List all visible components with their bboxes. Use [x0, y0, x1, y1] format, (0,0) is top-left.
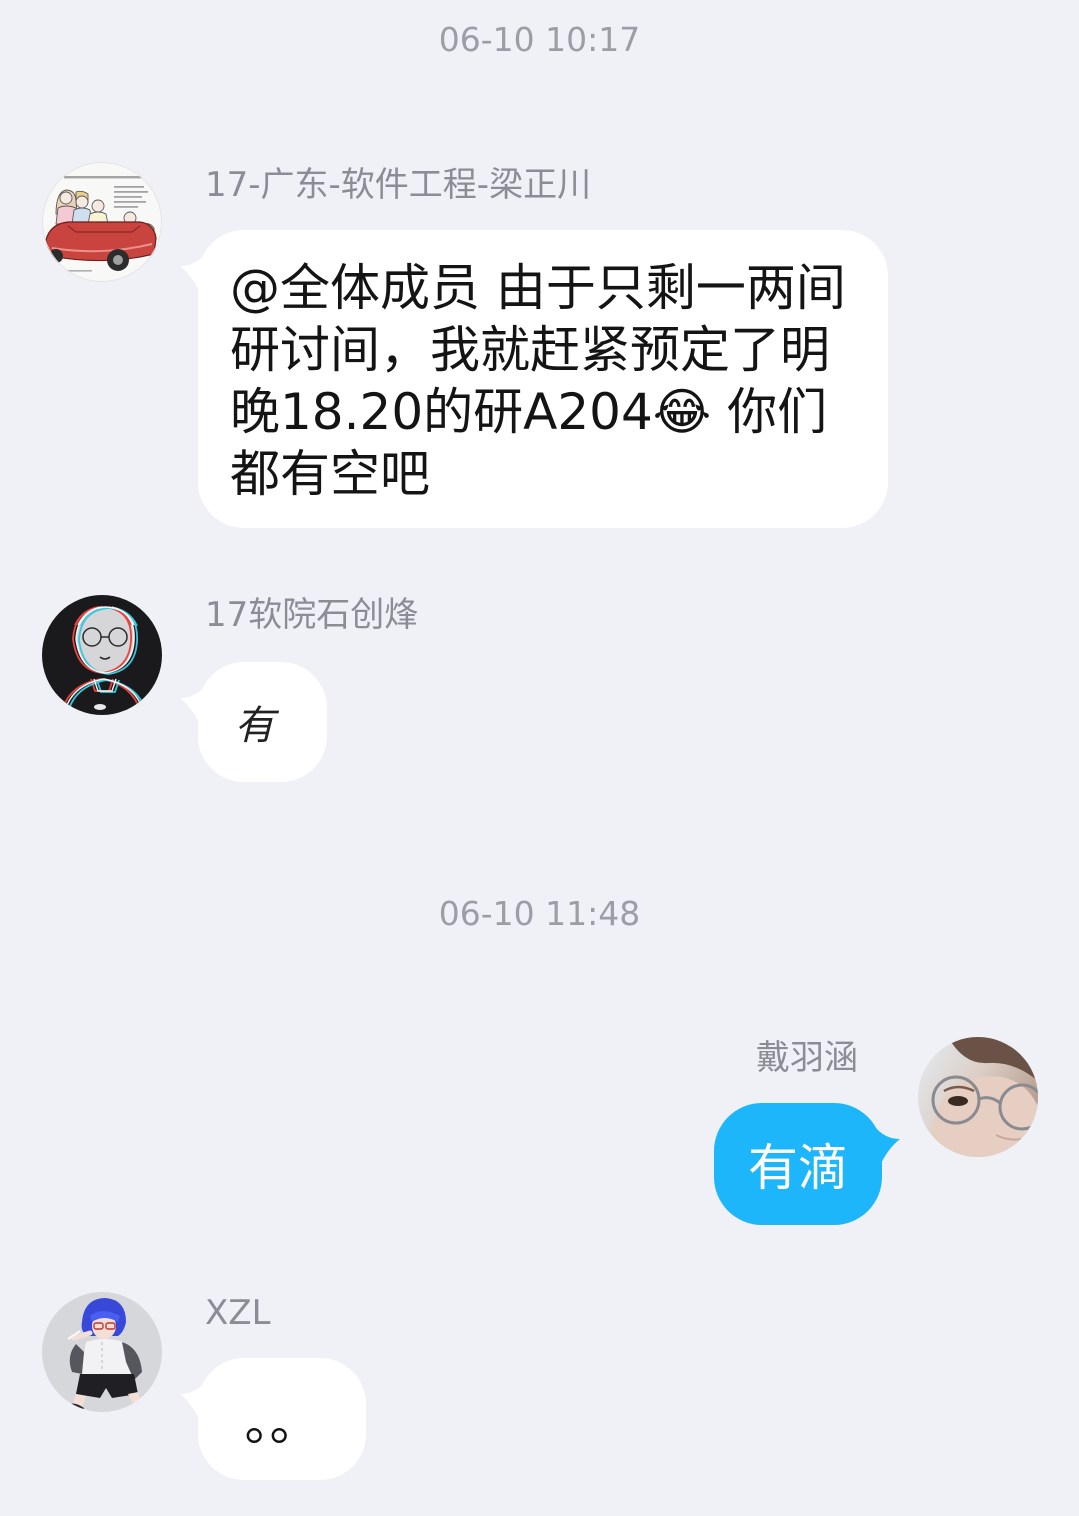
- timestamp: 06-10 11:48: [438, 894, 641, 933]
- glasses-portrait-avatar-icon: [918, 1037, 1038, 1157]
- message-line: @全体成员 由于只剩一两间: [230, 259, 846, 317]
- message-bubble[interactable]: @全体成员 由于只剩一两间 研讨间，我就赶紧预定了明 晚18.20的研A204😂…: [198, 230, 888, 528]
- blue-hair-anime-avatar-icon: [42, 1292, 162, 1412]
- message-text: 有滴: [748, 1139, 848, 1197]
- message-bubble[interactable]: 。。: [198, 1358, 366, 1480]
- timestamp: 06-10 10:17: [438, 20, 641, 59]
- avatar-shi-chuangfeng[interactable]: [42, 595, 162, 715]
- avatar-xzl[interactable]: [42, 1292, 162, 1412]
- sender-name: 戴羽涵: [756, 1038, 858, 1078]
- glitch-sketch-avatar-icon: [42, 595, 162, 715]
- message-line: 研讨间，我就赶紧预定了明: [230, 321, 830, 379]
- sender-name: 17-广东-软件工程-梁正川: [205, 165, 592, 205]
- sender-name: 17软院石创烽: [205, 595, 419, 635]
- message-text: 有: [234, 703, 275, 749]
- message-text: @全体成员 由于只剩一两间 研讨间，我就赶紧预定了明 晚18.20的研A204😂…: [230, 257, 846, 505]
- red-car-cartoon-avatar-icon: [42, 162, 162, 282]
- message-line: 晚18.20的研A204😂 你们: [230, 383, 828, 441]
- sender-name: XZL: [205, 1293, 271, 1333]
- avatar-liang-zhengchuan[interactable]: [42, 162, 162, 282]
- message-bubble-self[interactable]: 有滴: [714, 1103, 882, 1225]
- message-text: 。。: [244, 1394, 320, 1452]
- message-line: 都有空吧: [230, 445, 430, 503]
- message-bubble[interactable]: 有: [198, 662, 327, 782]
- avatar-dai-yuhan[interactable]: [918, 1037, 1038, 1157]
